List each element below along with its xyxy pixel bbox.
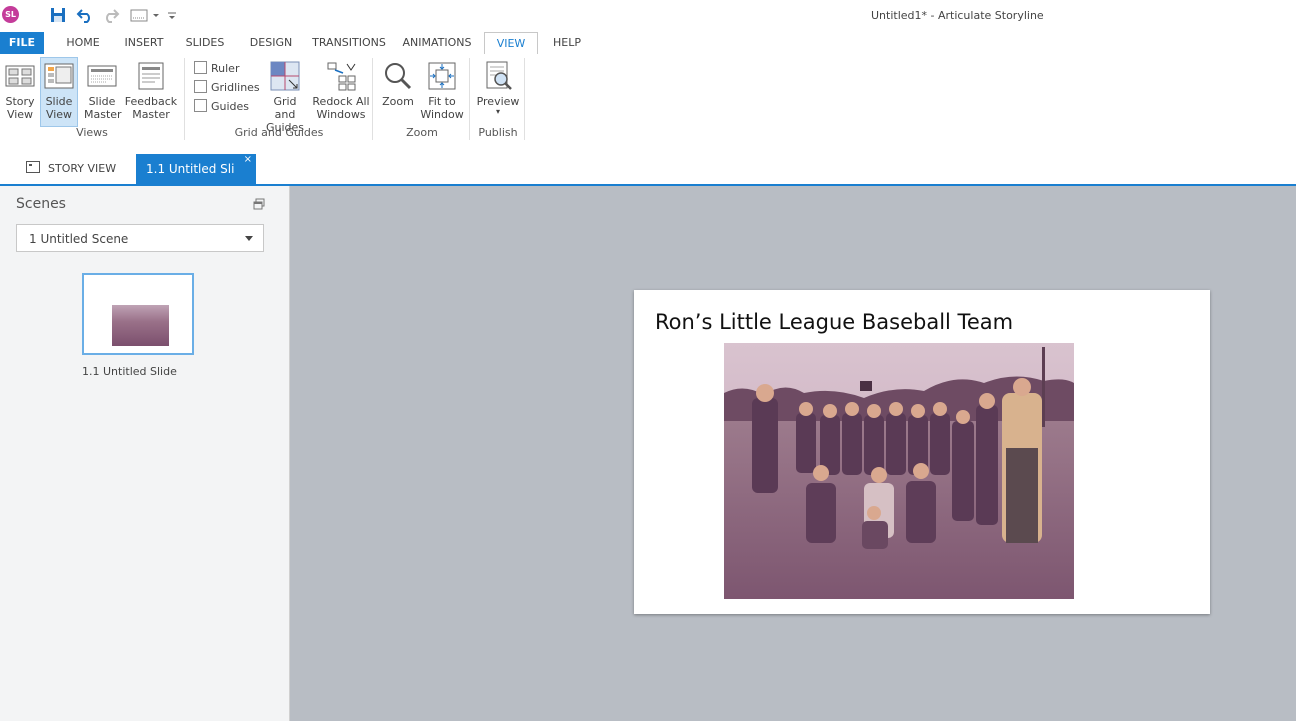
redock-label: Redock All	[312, 95, 370, 108]
tab-design[interactable]: DESIGN	[244, 32, 298, 54]
slide-canvas: Ron’s Little League Baseball Team	[290, 186, 1296, 721]
scenes-title: Scenes	[16, 196, 66, 212]
ribbon-tabs: FILE HOME INSERT SLIDES DESIGN TRANSITIO…	[0, 32, 1296, 56]
fit-window-label-2: Window	[420, 108, 464, 121]
tab-home[interactable]: HOME	[60, 32, 106, 54]
views-group-label: Views	[76, 126, 108, 139]
scene-dropdown-value: 1 Untitled Scene	[29, 232, 129, 246]
guides-checkbox[interactable]: Guides	[194, 99, 249, 113]
zoom-icon	[385, 63, 412, 90]
thumbnail-photo	[112, 305, 169, 346]
gridlines-checkbox-box[interactable]	[194, 80, 207, 93]
close-tab-icon[interactable]: ×	[244, 145, 252, 175]
tab-story-view[interactable]: STORY VIEW	[26, 161, 116, 175]
publish-group-label: Publish	[478, 126, 518, 139]
feedback-master-label: Feedback	[124, 95, 178, 108]
popout-icon[interactable]	[253, 198, 265, 210]
tab-transitions[interactable]: TRANSITIONS	[308, 32, 390, 54]
slide[interactable]: Ron’s Little League Baseball Team	[634, 290, 1210, 614]
preview-dropdown-arrow[interactable]: ▾	[476, 108, 520, 116]
grid-separator	[372, 58, 373, 140]
tab-slides[interactable]: SLIDES	[182, 32, 228, 54]
slide-tab-label: 1.1 Untitled Sli	[146, 162, 235, 176]
tab-slide[interactable]: 1.1 Untitled Sli ×	[136, 154, 256, 184]
slide-master-label-2: Master	[84, 108, 122, 121]
document-tabs: STORY VIEW 1.1 Untitled Sli ×	[0, 144, 1296, 186]
team-photo[interactable]	[724, 343, 1074, 599]
tab-help[interactable]: HELP	[548, 32, 586, 54]
story-view-label-2: View	[6, 108, 34, 121]
story-view-button[interactable]: Story View	[3, 58, 37, 121]
zoom-button[interactable]: Zoom	[380, 58, 416, 108]
title-bar: SL Untitled1* - Articulate Storyline	[0, 0, 1296, 32]
views-separator	[184, 58, 185, 140]
guides-label: Guides	[211, 100, 250, 113]
slide-thumbnail-label: 1.1 Untitled Slide	[82, 365, 177, 378]
scenes-panel: Scenes 1 Untitled Scene 1.1 Untitled Sli…	[0, 186, 290, 721]
slide-master-label: Slide	[88, 95, 116, 108]
undo-icon[interactable]	[76, 6, 94, 24]
tab-animations[interactable]: ANIMATIONS	[400, 32, 474, 54]
zoom-separator	[469, 58, 470, 140]
slide-view-label: Slide	[45, 95, 73, 108]
zoom-group-label: Zoom	[406, 126, 438, 139]
ruler-checkbox-box[interactable]	[194, 61, 207, 74]
publish-separator	[524, 58, 525, 140]
fit-to-window-button[interactable]: Fit to Window	[418, 58, 466, 121]
story-view-tab-label: STORY VIEW	[48, 162, 117, 175]
redo-icon[interactable]	[102, 6, 120, 24]
chevron-down-icon	[245, 236, 253, 241]
fit-window-label: Fit to	[428, 95, 456, 108]
save-icon[interactable]	[49, 6, 67, 24]
ruler-checkbox[interactable]: Ruler	[194, 61, 239, 75]
preview-icon	[486, 61, 512, 90]
customize-toolbar-icon[interactable]	[166, 6, 178, 24]
slide-thumbnail[interactable]	[82, 273, 194, 355]
story-view-label: Story	[5, 95, 35, 108]
slide-view-icon	[44, 63, 74, 89]
new-slide-dropdown-icon[interactable]	[129, 6, 163, 24]
preview-button[interactable]: Preview ▾	[476, 58, 520, 116]
slide-view-label-2: View	[45, 108, 73, 121]
fit-to-window-icon	[428, 62, 456, 90]
app-logo: SL	[2, 6, 19, 23]
slide-thumbnail-inner	[87, 285, 189, 346]
ribbon: Story View Slide View Slide Master Feedb…	[0, 54, 1296, 145]
feedback-master-icon	[138, 62, 164, 90]
slide-title[interactable]: Ron’s Little League Baseball Team	[655, 310, 1013, 334]
gridlines-label: Gridlines	[211, 81, 260, 94]
guides-checkbox-box[interactable]	[194, 99, 207, 112]
grid-group-label: Grid and Guides	[234, 126, 324, 139]
slide-master-icon	[87, 65, 117, 87]
scene-dropdown[interactable]: 1 Untitled Scene	[16, 224, 264, 252]
tab-file[interactable]: FILE	[0, 32, 44, 54]
story-view-icon	[5, 65, 35, 87]
redock-windows-icon	[327, 62, 356, 91]
window-title: Untitled1* - Articulate Storyline	[871, 9, 1044, 22]
feedback-master-button[interactable]: Feedback Master	[124, 58, 178, 121]
zoom-label: Zoom	[382, 95, 414, 108]
grid-and-guides-button[interactable]: Grid and Guides	[262, 58, 308, 134]
feedback-master-label-2: Master	[132, 108, 170, 121]
redock-label-2: Windows	[316, 108, 366, 121]
tab-view[interactable]: VIEW	[484, 32, 538, 56]
redock-all-windows-button[interactable]: Redock All Windows	[312, 58, 370, 121]
grid-and-guides-label: Grid and	[273, 95, 297, 121]
gridlines-checkbox[interactable]: Gridlines	[194, 80, 260, 94]
tab-insert[interactable]: INSERT	[120, 32, 168, 54]
slide-view-button[interactable]: Slide View	[40, 57, 78, 127]
grid-and-guides-icon	[270, 61, 300, 91]
ruler-label: Ruler	[211, 62, 240, 75]
story-view-tab-icon	[26, 161, 40, 173]
slide-master-button[interactable]: Slide Master	[84, 58, 122, 121]
